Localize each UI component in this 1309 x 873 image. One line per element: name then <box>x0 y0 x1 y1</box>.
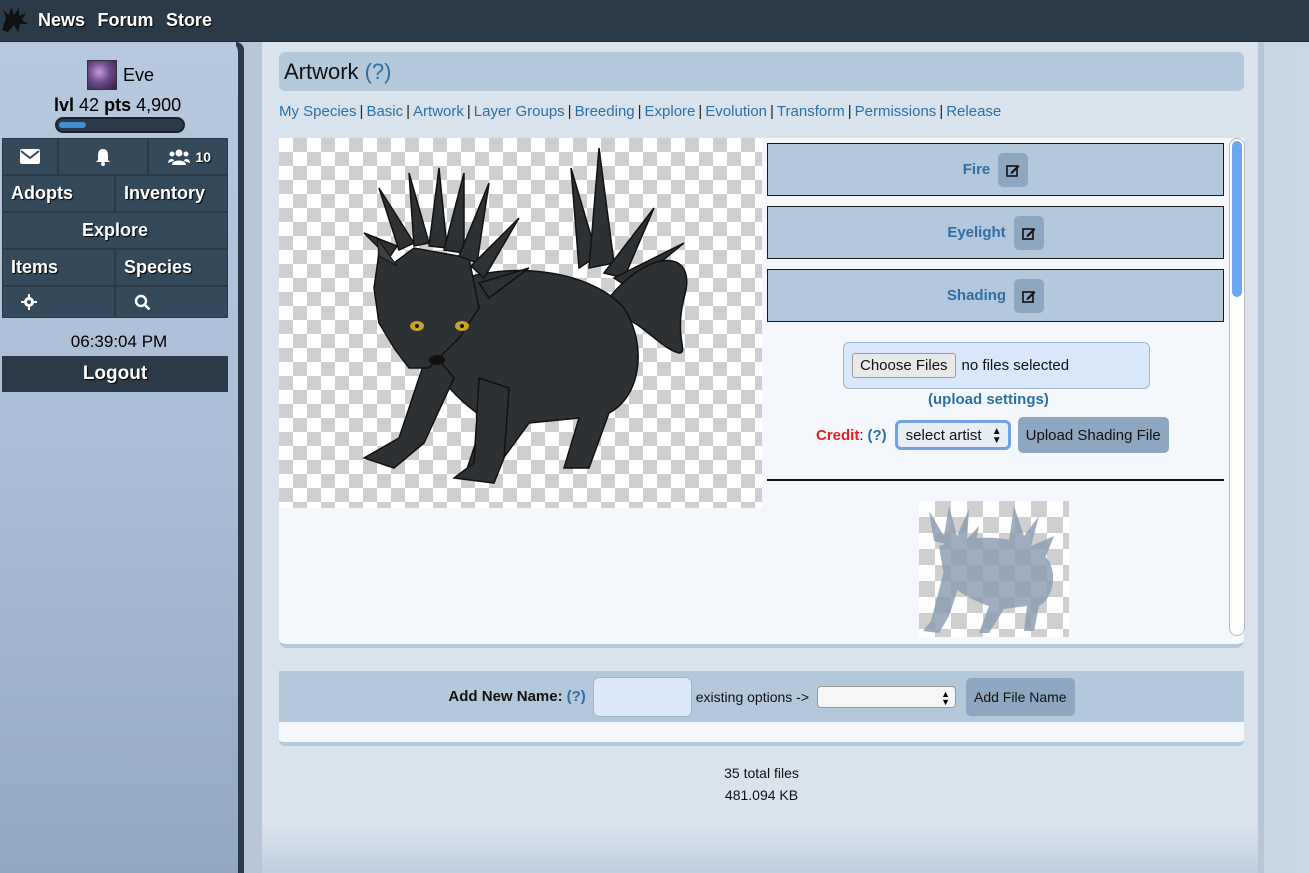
edit-icon <box>1006 164 1020 177</box>
subnav-permissions[interactable]: Permissions <box>855 103 937 120</box>
inventory-link[interactable]: Inventory <box>115 175 228 212</box>
artist-select-value: select artist <box>905 426 982 444</box>
choose-files-button[interactable]: Choose Files <box>852 353 956 378</box>
items-link[interactable]: Items <box>2 249 115 286</box>
edit-icon <box>1021 227 1036 240</box>
adopts-link[interactable]: Adopts <box>2 175 115 212</box>
layer-fire: Fire <box>767 143 1224 196</box>
layer-shading: Shading <box>767 269 1224 322</box>
credit-colon: : <box>859 426 864 444</box>
points-value: 4,900 <box>136 95 182 115</box>
sidebar-menu: 10 Adopts Inventory Explore Items Specie… <box>2 138 228 318</box>
settings-button[interactable] <box>2 286 115 318</box>
divider <box>767 479 1224 481</box>
credit-label: Credit <box>816 426 860 444</box>
envelope-icon <box>20 149 40 164</box>
server-time: 06:39:04 PM <box>70 332 168 351</box>
layer-name[interactable]: Shading <box>947 287 1006 304</box>
subnav-explore[interactable]: Explore <box>645 103 696 120</box>
page-title: Artwork <box>284 58 359 84</box>
search-icon <box>134 294 151 310</box>
select-arrows-icon: ▲ ▼ <box>991 426 1002 446</box>
artwork-preview <box>279 138 762 508</box>
add-name-help-link[interactable]: (?) <box>567 688 586 705</box>
edit-icon <box>1022 290 1036 303</box>
xp-progress-fill <box>59 122 86 128</box>
layers-scrollbar[interactable] <box>1229 138 1245 636</box>
top-nav: News Forum Store <box>30 10 212 31</box>
subnav-release[interactable]: Release <box>946 103 1001 120</box>
gear-icon <box>21 294 37 310</box>
shading-thumbnail-image <box>923 506 1054 633</box>
search-button[interactable] <box>115 286 228 318</box>
add-name-colon: : <box>557 688 563 705</box>
subnav-transform[interactable]: Transform <box>777 103 845 120</box>
layer-name[interactable]: Fire <box>963 161 991 178</box>
subnav-artwork[interactable]: Artwork <box>413 103 464 120</box>
subnav-evolution[interactable]: Evolution <box>705 103 767 120</box>
messages-button[interactable] <box>2 138 58 175</box>
total-files: 35 total files <box>724 765 799 781</box>
layer-thumbnail[interactable] <box>919 501 1069 637</box>
total-size: 481.094 KB <box>724 787 799 803</box>
users-icon <box>168 149 191 165</box>
species-link[interactable]: Species <box>115 249 228 286</box>
upload-shading-button[interactable]: Upload Shading File <box>1017 417 1169 453</box>
nav-news[interactable]: News <box>38 10 85 30</box>
subnav-layer-groups[interactable]: Layer Groups <box>474 103 565 120</box>
edit-layer-shading-button[interactable] <box>1014 278 1045 313</box>
notifications-button[interactable] <box>58 138 148 175</box>
existing-options-select[interactable]: ▲ ▼ <box>817 685 956 708</box>
no-files-text: no files selected <box>961 357 1070 374</box>
logout-button[interactable]: Logout <box>2 356 228 392</box>
layer-name[interactable]: Eyelight <box>947 224 1005 241</box>
wolf-artwork-image <box>362 147 688 484</box>
add-name-bar: Add New Name: (?) existing options -> ▲ ▼… <box>279 671 1244 722</box>
subnav-basic[interactable]: Basic <box>366 103 403 120</box>
friends-button[interactable]: 10 <box>148 138 228 175</box>
artist-select[interactable]: select artist ▲ ▼ <box>894 420 1011 450</box>
level-label: lvl <box>54 95 75 115</box>
scrollbar-thumb[interactable] <box>1232 141 1242 297</box>
credit-help-link[interactable]: (?) <box>868 427 887 444</box>
subnav-my-species[interactable]: My Species <box>279 103 357 120</box>
explore-link[interactable]: Explore <box>2 212 228 249</box>
site-logo-icon[interactable] <box>0 0 30 42</box>
nav-store[interactable]: Store <box>166 10 212 30</box>
user-info: Eve <box>87 60 154 90</box>
page-title-bar: Artwork (?) <box>279 52 1244 91</box>
layer-eyelight: Eyelight <box>767 206 1224 259</box>
add-name-panel <box>279 722 1244 746</box>
edit-layer-eyelight-button[interactable] <box>1013 215 1044 250</box>
credit-row: Credit: (?) select artist ▲ ▼ Upload Shad… <box>816 417 1169 453</box>
nav-forum[interactable]: Forum <box>97 10 153 30</box>
edit-layer-fire-button[interactable] <box>998 152 1029 187</box>
species-subnav: My Species | Basic | Artwork | Layer Groups | Br… <box>279 103 1002 120</box>
xp-progress-bar <box>55 117 185 133</box>
file-upload-box: Choose Files no files selected <box>843 342 1150 389</box>
add-name-label: Add New Name <box>448 688 558 705</box>
bell-icon <box>96 148 110 166</box>
select-arrows-icon: ▲ ▼ <box>941 688 950 707</box>
upload-settings-link[interactable]: (upload settings) <box>928 391 1049 408</box>
level-value: 42 <box>79 95 100 115</box>
points-label: pts <box>104 95 132 115</box>
user-stats: lvl 42 pts 4,900 <box>54 95 181 116</box>
top-bar: News Forum Store <box>0 0 1309 42</box>
friends-count: 10 <box>195 148 211 165</box>
username[interactable]: Eve <box>123 65 154 86</box>
new-name-input[interactable] <box>592 676 692 717</box>
subnav-breeding[interactable]: Breeding <box>575 103 635 120</box>
existing-options-label: existing options -> <box>695 688 809 705</box>
add-file-name-button[interactable]: Add File Name <box>966 677 1075 716</box>
avatar[interactable] <box>87 60 117 90</box>
sidebar: Eve lvl 42 pts 4,900 10 Adopts Inventory… <box>0 42 238 873</box>
page-help-link[interactable]: (?) <box>365 59 392 85</box>
